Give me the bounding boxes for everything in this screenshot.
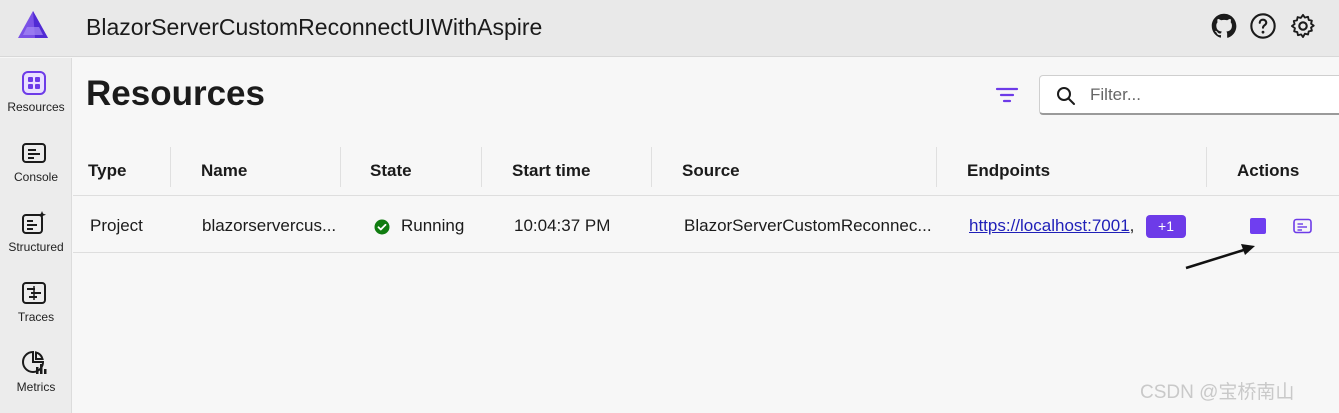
running-check-icon [374, 219, 390, 235]
stop-button[interactable] [1250, 218, 1266, 234]
column-divider[interactable] [936, 147, 937, 187]
state-label: Running [401, 216, 465, 235]
search-icon [1057, 87, 1075, 105]
cell-state: Running [374, 197, 484, 253]
traces-icon [22, 282, 46, 304]
column-divider[interactable] [340, 147, 341, 187]
column-header-actions: Actions [1237, 161, 1300, 180]
cell-type: Project [90, 216, 143, 235]
more-endpoints-badge[interactable]: +1 [1146, 215, 1186, 238]
column-header-state[interactable]: State [370, 145, 412, 196]
column-divider[interactable] [1206, 147, 1207, 187]
main-content: Resources Type Name State Start time Sou… [73, 58, 1339, 413]
search-input[interactable] [1090, 84, 1330, 106]
filter-icon[interactable] [994, 82, 1020, 108]
app-title: BlazorServerCustomReconnectUIWithAspire [86, 14, 543, 40]
github-icon[interactable] [1210, 12, 1238, 40]
sidebar-item-label: Traces [17, 310, 55, 324]
sidebar-item-label: Resources [7, 100, 65, 114]
watermark: CSDN @宝桥南山 [1140, 382, 1295, 403]
column-header-name[interactable]: Name [201, 145, 247, 196]
column-header-source[interactable]: Source [682, 145, 740, 196]
resources-icon [22, 71, 46, 95]
page-title: Resources [86, 74, 265, 113]
table-row[interactable]: Project blazorservercus... Running 10:04… [73, 197, 1339, 253]
settings-icon[interactable] [1289, 12, 1317, 40]
aspire-logo-icon[interactable] [17, 10, 49, 40]
grid-header-row: Type Name State Start time Source Endpoi… [73, 145, 1339, 196]
sidebar-item-label: Structured [8, 240, 64, 254]
metrics-icon [22, 350, 47, 374]
cell-start-time: 10:04:37 PM [514, 216, 611, 235]
column-header-start-time[interactable]: Start time [512, 145, 590, 196]
column-divider[interactable] [481, 147, 482, 187]
top-bar: BlazorServerCustomReconnectUIWithAspire [0, 0, 1339, 57]
help-icon[interactable] [1249, 12, 1277, 40]
cell-endpoints: https://localhost:7001, [969, 197, 1134, 253]
endpoint-separator: , [1129, 216, 1135, 235]
search-box[interactable] [1039, 75, 1339, 115]
cell-source: BlazorServerCustomReconnec... [684, 216, 932, 235]
structured-icon [22, 211, 46, 234]
column-divider[interactable] [651, 147, 652, 187]
sidebar-item-traces[interactable]: Traces [0, 268, 72, 334]
sidebar-item-console[interactable]: Console [0, 128, 72, 194]
sidebar-item-label: Console [13, 170, 59, 184]
sidebar: Resources Console Structured Traces Metr… [0, 58, 72, 413]
column-header-type[interactable]: Type [88, 145, 126, 196]
sidebar-item-metrics[interactable]: Metrics [0, 338, 72, 404]
endpoint-link[interactable]: https://localhost:7001 [969, 216, 1130, 235]
cell-name: blazorservercus... [202, 216, 337, 235]
console-icon [22, 143, 46, 163]
sidebar-item-structured[interactable]: Structured [0, 198, 72, 264]
sidebar-item-resources[interactable]: Resources [0, 58, 72, 124]
sidebar-item-label: Metrics [16, 380, 56, 394]
console-logs-icon[interactable] [1293, 218, 1312, 234]
column-divider[interactable] [170, 147, 171, 187]
annotation-arrow-icon [1185, 244, 1255, 270]
column-header-endpoints[interactable]: Endpoints [967, 145, 1050, 196]
